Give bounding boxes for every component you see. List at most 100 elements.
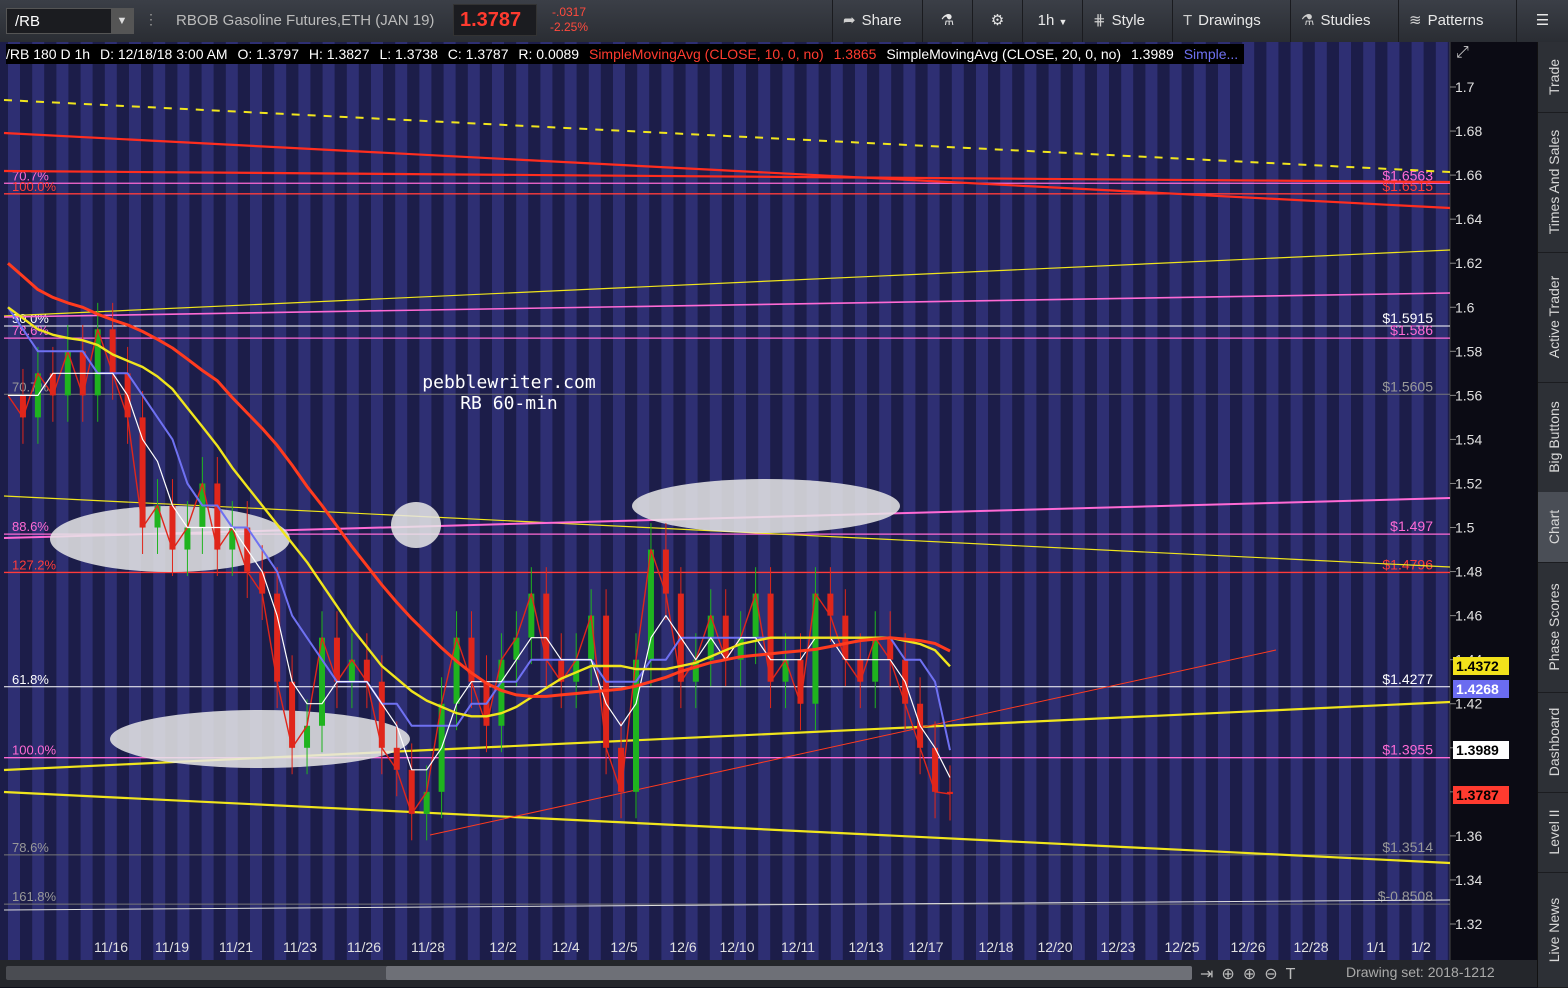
session-band [225,42,238,960]
chevron-down-icon[interactable]: ▼ [111,9,133,33]
settings-button[interactable]: ⚙ [972,0,1022,42]
bar-low: L: 1.3738 [379,46,438,62]
x-tick-label: 11/16 [94,939,128,955]
candles-icon: ⋕ [1093,12,1106,29]
x-tick-label: 11/21 [219,939,253,955]
session-band [976,42,988,960]
y-tick-label: 1.64 [1455,211,1482,227]
tab-dashboard[interactable]: Dashboard [1538,692,1568,793]
tab-trade[interactable]: Trade [1538,42,1568,113]
session-band [274,42,287,960]
hamburger-icon: ☰ [1535,12,1550,29]
bar-range: R: 0.0089 [518,46,580,62]
tab-active-trader[interactable]: Active Trader [1538,252,1568,383]
y-tick-label: 1.6 [1455,299,1475,315]
symbol-selector[interactable]: /RB ▼ [6,8,134,34]
session-band [395,42,408,960]
tab-chart[interactable]: Chart [1538,492,1568,563]
grip-icon[interactable]: ⋮ [144,11,158,28]
x-tick-label: 11/26 [347,939,381,955]
crosshair-icon[interactable]: ⊕ [1221,966,1242,983]
fib-level-right-label: $1.3955 [1382,742,1433,758]
tab-label: Times And Sales [1545,129,1562,235]
y-tick-label: 1.56 [1455,387,1482,403]
price-chart[interactable]: 1.7 1.68 1.66 1.64 1.62 1.6 1.58 1.56 1.54 1.52 1.… [0,42,1537,960]
text-tool-icon[interactable]: T [1286,966,1304,983]
zoom-controls[interactable]: ⇥⊕⊕⊖T [1200,964,1303,984]
fib-level-right-label: $1.497 [1390,518,1433,534]
share-button[interactable]: ➦ Share [832,0,922,42]
x-tick-label: 12/25 [1164,939,1199,955]
session-band [564,42,577,960]
y-tick-label: 1.36 [1455,828,1482,844]
x-tick-label: 12/6 [669,939,696,955]
x-tick-label: 12/18 [978,939,1013,955]
y-tick-label: 1.54 [1455,431,1482,447]
x-tick-label: 12/26 [1230,939,1265,955]
y-tick-label: 1.66 [1455,167,1482,183]
session-band [153,42,166,960]
y-tick-label: 1.52 [1455,475,1482,491]
session-band [443,42,456,960]
session-band [322,42,335,960]
fib-level-left-label: 161.8% [12,889,57,904]
tab-phase-scores[interactable]: Phase Scores [1538,562,1568,693]
zoom-in-icon[interactable]: ⊕ [1243,966,1264,983]
fib-level-left-label: 127.2% [12,557,57,572]
patterns-button[interactable]: ≋ Patterns [1398,0,1516,42]
fib-level-left-label: 100.0% [12,179,57,194]
session-band [56,42,69,960]
chart-area[interactable]: 1.7 1.68 1.66 1.64 1.62 1.6 1.58 1.56 1.54 1.52 1.… [0,42,1537,987]
x-tick-label: 12/23 [1100,939,1135,955]
gear-icon: ⚙ [990,12,1005,29]
fib-level-right-label: $1.586 [1390,322,1433,338]
y-tick-label: 1.32 [1455,916,1482,932]
x-tick-label: 11/23 [283,939,317,955]
more-studies[interactable]: Simple... [1184,46,1238,62]
timeframe-button[interactable]: 1h ▼ [1022,0,1082,42]
drawings-button[interactable]: T Drawings [1172,0,1290,42]
x-tick-label: 12/28 [1293,939,1328,955]
tab-big-buttons[interactable]: Big Buttons [1538,382,1568,493]
session-band [492,42,504,960]
drawing-set-label[interactable]: Drawing set: 2018-1212 [1346,964,1495,980]
session-band [80,42,93,960]
drawings-label: Drawings [1198,12,1261,29]
share-label: Share [861,12,902,29]
fib-level-left-label: 88.6% [12,519,49,534]
change-percent: -2.25% [549,20,589,34]
collapse-icon[interactable]: ⤢ [1456,44,1469,62]
tab-times-and-sales[interactable]: Times And Sales [1538,112,1568,253]
tab-level-ii[interactable]: Level II [1538,792,1568,873]
price-tag: 1.4372 [1453,656,1509,675]
session-band [1290,42,1303,960]
sma10-value: 1.3865 [833,46,877,62]
flask-button[interactable]: ⚗ [922,0,972,42]
bar-high: H: 1.3827 [308,46,370,62]
scrollbar-thumb[interactable] [386,966,1192,980]
y-tick-label: 1.68 [1455,123,1482,139]
y-tick-label: 1.5 [1455,520,1475,536]
session-band [1435,42,1448,960]
tab-live-news[interactable]: Live News [1538,872,1568,988]
style-label: Style [1111,12,1145,29]
symbol-text: /RB [15,13,41,30]
chart-header: /RB 180 D 1h D: 12/18/18 3:00 AM O: 1.37… [6,44,1245,64]
studies-button[interactable]: ⚗ Studies [1290,0,1398,42]
horizontal-scrollbar[interactable] [6,966,1192,980]
patterns-label: Patterns [1427,12,1484,29]
fib-level-left-label: 100.0% [12,743,57,758]
style-button[interactable]: ⋕ Style [1082,0,1172,42]
last-price: 1.3787 [460,9,522,31]
menu-button[interactable]: ☰ [1516,0,1568,42]
fib-level-right-label: $1.6515 [1382,178,1433,194]
x-tick-label: 12/10 [719,939,754,955]
top-toolbar: /RB ▼ ⋮ RBOB Gasoline Futures,ETH (JAN 1… [0,0,1568,43]
x-tick-label: 12/17 [908,939,943,955]
flask-icon: ⚗ [940,12,955,29]
drawing-tool-icon: T [1183,12,1193,29]
x-tick-label: 12/11 [781,939,815,955]
session-band [467,42,480,960]
zoom-out-icon[interactable]: ⊖ [1264,966,1285,983]
expand-icon[interactable]: ⇥ [1200,966,1221,983]
